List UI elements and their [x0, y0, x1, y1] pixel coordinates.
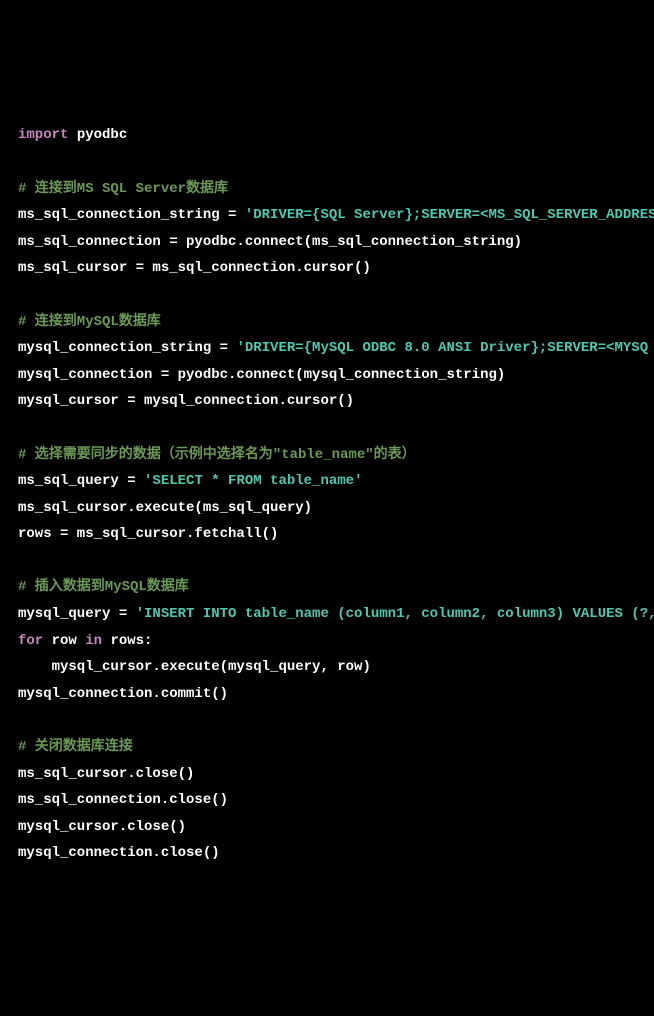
code-line: # 连接到MS SQL Server数据库	[18, 176, 636, 203]
code-line: ms_sql_connection.close()	[18, 787, 636, 814]
code-line: mysql_cursor.execute(mysql_query, row)	[18, 654, 636, 681]
code-token: ms_sql_connection = pyodbc.connect(ms_sq…	[18, 234, 522, 250]
code-token: ms_sql_cursor.close()	[18, 766, 194, 782]
code-line: import pyodbc	[18, 122, 636, 149]
code-token: 'SELECT * FROM table_name'	[144, 473, 362, 489]
code-token: mysql_cursor = mysql_connection.cursor()	[18, 393, 354, 409]
code-token: ms_sql_cursor.execute(ms_sql_query)	[18, 500, 312, 516]
code-token: mysql_cursor.execute(mysql_query, row)	[18, 659, 371, 675]
code-token: for	[18, 633, 43, 649]
code-token: 'DRIVER={SQL Server};SERVER=<MS_SQL_SERV…	[245, 207, 654, 223]
code-line: # 关闭数据库连接	[18, 734, 636, 761]
code-line: mysql_cursor.close()	[18, 814, 636, 841]
code-token: mysql_connection.commit()	[18, 686, 228, 702]
code-line: mysql_connection = pyodbc.connect(mysql_…	[18, 362, 636, 389]
code-token: rows = ms_sql_cursor.fetchall()	[18, 526, 278, 542]
code-line: ms_sql_connection = pyodbc.connect(ms_sq…	[18, 229, 636, 256]
code-token: mysql_connection_string =	[18, 340, 236, 356]
code-token: mysql_connection.close()	[18, 845, 220, 861]
code-line: mysql_connection.close()	[18, 840, 636, 867]
code-line: mysql_connection_string = 'DRIVER={MySQL…	[18, 335, 636, 362]
code-token: mysql_query =	[18, 606, 136, 622]
code-line: mysql_cursor = mysql_connection.cursor()	[18, 388, 636, 415]
code-line: ms_sql_query = 'SELECT * FROM table_name…	[18, 468, 636, 495]
code-line	[18, 282, 636, 309]
code-token: rows:	[102, 633, 152, 649]
code-token: ms_sql_connection_string =	[18, 207, 245, 223]
code-token: mysql_cursor.close()	[18, 819, 186, 835]
code-token: 'DRIVER={MySQL ODBC 8.0 ANSI Driver};SER…	[236, 340, 648, 356]
code-token: # 选择需要同步的数据（示例中选择名为"table_name"的表）	[18, 447, 416, 463]
code-token: # 插入数据到MySQL数据库	[18, 579, 189, 595]
code-token: ms_sql_cursor = ms_sql_connection.cursor…	[18, 260, 371, 276]
code-line: ms_sql_connection_string = 'DRIVER={SQL …	[18, 202, 636, 229]
code-line	[18, 548, 636, 575]
code-token: # 关闭数据库连接	[18, 739, 133, 755]
code-line: # 插入数据到MySQL数据库	[18, 574, 636, 601]
code-token: # 连接到MS SQL Server数据库	[18, 181, 228, 197]
code-line: ms_sql_cursor.execute(ms_sql_query)	[18, 495, 636, 522]
code-line	[18, 415, 636, 442]
code-token: ms_sql_query =	[18, 473, 144, 489]
code-token: in	[85, 633, 102, 649]
code-line: # 连接到MySQL数据库	[18, 309, 636, 336]
code-line: mysql_query = 'INSERT INTO table_name (c…	[18, 601, 636, 628]
code-line	[18, 707, 636, 734]
code-token: import	[18, 127, 68, 143]
code-line: # 选择需要同步的数据（示例中选择名为"table_name"的表）	[18, 442, 636, 469]
code-token: # 连接到MySQL数据库	[18, 314, 161, 330]
code-token: row	[43, 633, 85, 649]
code-token: pyodbc	[68, 127, 127, 143]
code-line: for row in rows:	[18, 628, 636, 655]
code-line: mysql_connection.commit()	[18, 681, 636, 708]
code-token: ms_sql_connection.close()	[18, 792, 228, 808]
code-block: import pyodbc # 连接到MS SQL Server数据库 ms_sq…	[18, 122, 636, 867]
code-line: ms_sql_cursor = ms_sql_connection.cursor…	[18, 255, 636, 282]
code-line: ms_sql_cursor.close()	[18, 761, 636, 788]
code-token: mysql_connection = pyodbc.connect(mysql_…	[18, 367, 505, 383]
code-token: 'INSERT INTO table_name (column1, column…	[136, 606, 654, 622]
code-line	[18, 149, 636, 176]
code-line: rows = ms_sql_cursor.fetchall()	[18, 521, 636, 548]
